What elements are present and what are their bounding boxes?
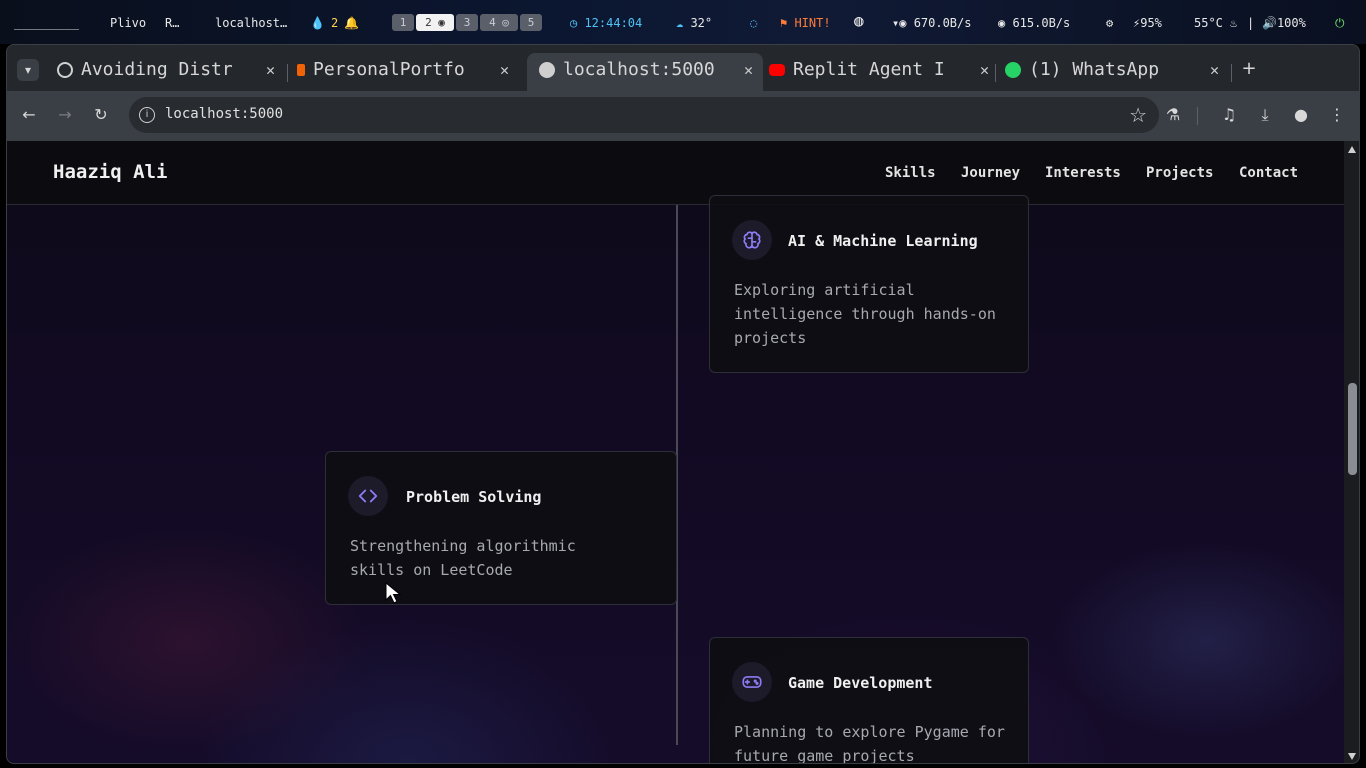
cpu-temperature: 55°C ♨ — [1194, 16, 1238, 30]
hint-indicator[interactable]: ⚑ HINT! — [780, 14, 831, 32]
power-icon[interactable]: ⏻ — [1335, 14, 1345, 32]
eye-off-icon[interactable]: ◌ — [750, 14, 757, 32]
card-description: Planning to explore Pygame for future ga… — [734, 723, 1005, 764]
page-viewport: Haaziq Ali Skills Journey Interests Proj… — [7, 141, 1344, 764]
code-icon — [348, 476, 388, 516]
interest-card-game-dev: Game Development Planning to explore Pyg… — [709, 637, 1029, 764]
site-brand[interactable]: Haaziq Ali — [53, 161, 167, 183]
volume[interactable]: 🔊100% — [1262, 14, 1306, 32]
clock: ◷ 12:44:04 — [570, 16, 643, 30]
battery: ⚡95% — [1133, 16, 1162, 30]
workspace-4[interactable]: 4 ◎ — [480, 14, 518, 31]
tab-personal-portfolio[interactable]: PersonalPortfo ✕ — [293, 55, 519, 87]
gear-icon[interactable]: ⚙ — [1106, 14, 1113, 32]
status-separator: | — [1247, 16, 1255, 30]
workspace-switcher: 12 ◉ 3 4 ◎ 5 — [392, 13, 544, 31]
bell-icon[interactable]: 🔔 — [344, 14, 359, 32]
system-top-bar: _________ Plivo R… localhost… 💧 2 🔔 12 ◉… — [0, 0, 1366, 44]
card-description: Exploring artificial intelligence throug… — [734, 281, 996, 347]
download-icon[interactable]: ⤓ — [1255, 105, 1275, 125]
card-title: Game Development — [788, 674, 933, 692]
card-title: Problem Solving — [406, 488, 542, 506]
tab-avoiding-distractions[interactable]: Avoiding Distr ✕ — [51, 55, 285, 87]
back-button[interactable]: ← — [19, 105, 39, 125]
close-tab-icon[interactable]: ✕ — [266, 55, 275, 85]
bookmark-star-icon[interactable]: ☆ — [1129, 103, 1147, 127]
workspace-3[interactable]: 3 — [456, 14, 478, 31]
gamepad-icon — [732, 662, 772, 702]
network-down: ▾◉ 670.0B/s — [892, 16, 972, 30]
close-tab-icon[interactable]: ✕ — [1210, 55, 1219, 85]
workspace-2[interactable]: 2 ◉ — [416, 14, 454, 31]
card-description: Strengthening algorithmic skills on Leet… — [350, 537, 576, 579]
youtube-icon — [769, 64, 785, 76]
browser-toolbar: ← → ↻ i localhost:5000 ☆ ⚗ ♫ ⤓ ● ⋮ — [7, 91, 1359, 141]
reload-button[interactable]: ↻ — [91, 105, 111, 125]
window-title-r[interactable]: R… — [165, 14, 179, 32]
tab-search-button[interactable]: ▾ — [17, 59, 39, 81]
replit-icon — [297, 64, 305, 76]
card-title: AI & Machine Learning — [788, 232, 978, 250]
media-controls-icon[interactable]: ♫ — [1219, 105, 1239, 125]
forward-button[interactable]: → — [55, 105, 75, 125]
tab-strip: ▾ Avoiding Distr ✕ PersonalPortfo ✕ loca… — [7, 45, 1359, 91]
workspace-label: _________ — [14, 16, 80, 30]
nav-projects[interactable]: Projects — [1146, 165, 1213, 181]
profile-icon[interactable]: ● — [1291, 105, 1311, 125]
close-tab-icon[interactable]: ✕ — [500, 55, 509, 85]
network-up: ◉ 615.0B/s — [998, 16, 1071, 30]
new-tab-button[interactable]: + — [1239, 59, 1259, 79]
menu-kebab-icon[interactable]: ⋮ — [1327, 105, 1347, 125]
drop-icon: 💧 — [310, 16, 325, 30]
scroll-down-arrow-icon[interactable] — [1348, 753, 1356, 760]
nav-interests[interactable]: Interests — [1045, 165, 1121, 181]
mouse-cursor-icon — [385, 582, 402, 604]
nav-skills[interactable]: Skills — [885, 165, 936, 181]
site-info-icon[interactable]: i — [139, 107, 155, 123]
tab-replit-agent[interactable]: Replit Agent I ✕ — [767, 55, 999, 87]
brain-icon — [732, 220, 772, 260]
workspace-1[interactable]: 1 — [392, 14, 414, 31]
tab-localhost[interactable]: localhost:5000 ✕ — [527, 53, 763, 91]
notification-count[interactable]: 2 — [331, 14, 338, 32]
nav-journey[interactable]: Journey — [961, 165, 1020, 181]
scroll-up-arrow-icon[interactable] — [1348, 146, 1356, 153]
tab-favicon-icon — [57, 62, 73, 78]
address-bar[interactable]: i localhost:5000 ☆ — [129, 97, 1159, 133]
whatsapp-icon — [1005, 62, 1021, 78]
labs-flask-icon[interactable]: ⚗ — [1163, 105, 1183, 125]
browser-window: ▾ Avoiding Distr ✕ PersonalPortfo ✕ loca… — [6, 44, 1360, 764]
interest-card-ai-ml: AI & Machine Learning Exploring artifici… — [709, 195, 1029, 373]
scroll-thumb[interactable] — [1348, 383, 1357, 475]
workspace-5[interactable]: 5 — [520, 14, 542, 31]
tab-whatsapp[interactable]: (1) WhatsApp ✕ — [1003, 55, 1229, 87]
site-navbar: Haaziq Ali Skills Journey Interests Proj… — [7, 141, 1344, 205]
interest-card-problem-solving: Problem Solving Strengthening algorithmi… — [325, 451, 677, 605]
focused-window-title[interactable]: localhost… — [215, 14, 287, 32]
globe-icon — [539, 62, 555, 78]
weather: ☁ 32° — [676, 16, 713, 30]
nav-contact[interactable]: Contact — [1239, 165, 1298, 181]
close-tab-icon[interactable]: ✕ — [744, 53, 753, 87]
close-tab-icon[interactable]: ✕ — [980, 55, 989, 85]
window-title-plivo[interactable]: Plivo — [110, 14, 146, 32]
obs-icon[interactable]: ◍ — [854, 12, 864, 30]
url-text[interactable]: localhost:5000 — [165, 106, 283, 122]
page-scrollbar[interactable] — [1344, 141, 1359, 763]
